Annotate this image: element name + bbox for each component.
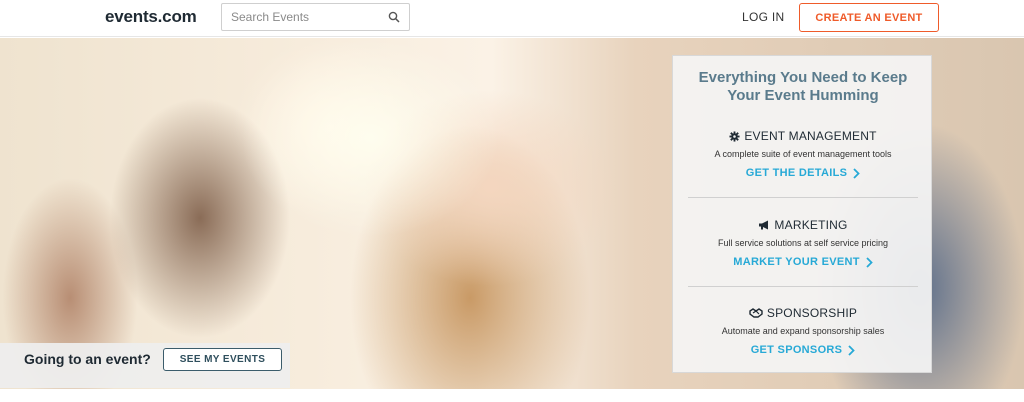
link-label: GET SPONSORS bbox=[750, 344, 843, 356]
section-title: MARKETING bbox=[774, 218, 848, 232]
section-description: A complete suite of event management too… bbox=[714, 149, 892, 159]
chevron-right-icon bbox=[848, 344, 856, 356]
features-panel: Everything You Need to Keep Your Event H… bbox=[672, 55, 932, 373]
section-event-management: EVENT MANAGEMENT A complete suite of eve… bbox=[673, 129, 933, 181]
site-logo[interactable]: events.com bbox=[105, 7, 197, 27]
handshake-icon bbox=[749, 308, 763, 318]
section-title: EVENT MANAGEMENT bbox=[744, 129, 877, 143]
panel-title-line-1: Everything You Need to Keep bbox=[698, 69, 908, 86]
login-link[interactable]: LOG IN bbox=[742, 10, 784, 24]
megaphone-icon bbox=[759, 220, 769, 230]
see-my-events-button[interactable]: SEE MY EVENTS bbox=[163, 348, 282, 371]
market-your-event-link[interactable]: MARKET YOUR EVENT bbox=[733, 256, 873, 268]
section-heading: MARKETING bbox=[673, 218, 933, 232]
link-label: MARKET YOUR EVENT bbox=[733, 256, 860, 268]
section-divider bbox=[688, 197, 918, 198]
section-heading: SPONSORSHIP bbox=[673, 306, 933, 320]
section-divider bbox=[688, 286, 918, 287]
section-title: SPONSORSHIP bbox=[766, 306, 858, 320]
chevron-right-icon bbox=[853, 167, 861, 179]
create-event-button[interactable]: CREATE AN EVENT bbox=[799, 3, 939, 32]
chevron-right-icon bbox=[866, 256, 873, 268]
section-description: Full service solutions at self service p… bbox=[717, 238, 889, 248]
search-icon[interactable] bbox=[388, 11, 400, 23]
section-marketing: MARKETING Full service solutions at self… bbox=[673, 218, 933, 270]
section-description: Automate and expand sponsorship sales bbox=[721, 326, 885, 336]
link-label: GET THE DETAILS bbox=[745, 167, 848, 179]
panel-title: Everything You Need to Keep Your Event H… bbox=[673, 69, 933, 105]
search-input[interactable] bbox=[222, 4, 382, 30]
search-box[interactable] bbox=[221, 3, 410, 31]
get-the-details-link[interactable]: GET THE DETAILS bbox=[745, 167, 861, 179]
hero-light-glow bbox=[240, 38, 500, 238]
top-navigation-bar: events.com LOG IN CREATE AN EVENT bbox=[0, 0, 1024, 37]
going-to-event-text: Going to an event? bbox=[24, 351, 151, 367]
section-heading: EVENT MANAGEMENT bbox=[673, 129, 933, 143]
get-sponsors-link[interactable]: GET SPONSORS bbox=[751, 344, 856, 356]
section-sponsorship: SPONSORSHIP Automate and expand sponsors… bbox=[673, 306, 933, 358]
gear-icon bbox=[729, 130, 740, 142]
panel-title-line-2: Your Event Humming bbox=[727, 87, 879, 104]
